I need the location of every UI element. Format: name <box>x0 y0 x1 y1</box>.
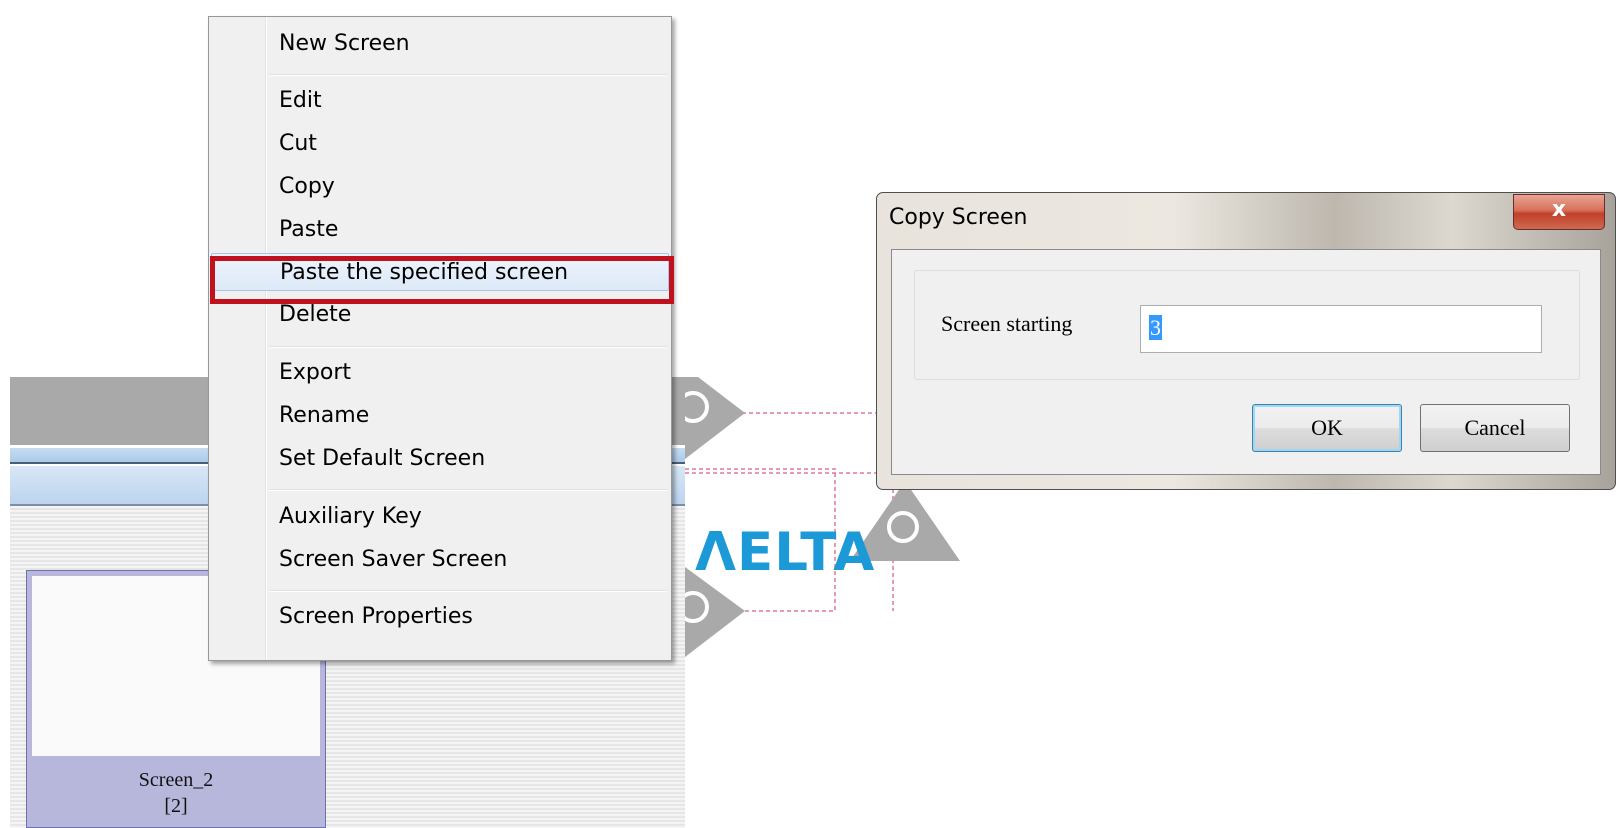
screen-name: Screen_2 <box>138 769 214 791</box>
field-group: Screen starting 3 <box>914 270 1580 380</box>
highlight-annotation-box <box>210 256 674 304</box>
menu-item-auxiliary-key[interactable]: Auxiliary Key <box>211 498 669 536</box>
menu-item-edit[interactable]: Edit <box>211 82 669 120</box>
screen-starting-input[interactable]: 3 <box>1140 305 1542 353</box>
copy-screen-dialog: Copy Screen x Screen starting 3 OK Cance… <box>876 192 1616 490</box>
cancel-button[interactable]: Cancel <box>1420 404 1570 452</box>
menu-item-screen-saver-screen[interactable]: Screen Saver Screen <box>211 541 669 579</box>
close-button[interactable]: x <box>1513 194 1605 230</box>
menu-separator <box>269 346 667 348</box>
menu-item-cut[interactable]: Cut <box>211 125 669 163</box>
screen-id: [2] <box>164 795 188 817</box>
menu-item-new-screen[interactable]: New Screen <box>211 25 669 63</box>
screen-thumbnail-label: Screen_2 [2] <box>27 767 325 819</box>
menu-item-paste[interactable]: Paste <box>211 211 669 249</box>
dialog-body: Screen starting 3 OK Cancel <box>891 249 1601 475</box>
menu-item-copy[interactable]: Copy <box>211 168 669 206</box>
context-menu: New Screen Edit Cut Copy Paste Paste the… <box>208 16 672 661</box>
screen-starting-label: Screen starting <box>941 311 1073 336</box>
close-icon: x <box>1551 197 1567 222</box>
delta-logo: ΛELTA <box>695 522 876 583</box>
ok-button[interactable]: OK <box>1252 404 1402 452</box>
menu-item-export[interactable]: Export <box>211 354 669 392</box>
screen-starting-value: 3 <box>1149 315 1162 340</box>
menu-separator <box>269 590 667 592</box>
menu-item-screen-properties[interactable]: Screen Properties <box>211 598 669 636</box>
menu-separator <box>269 74 667 76</box>
menu-separator <box>269 489 667 491</box>
dialog-title: Copy Screen <box>889 205 1028 230</box>
menu-item-rename[interactable]: Rename <box>211 397 669 435</box>
menu-item-set-default-screen[interactable]: Set Default Screen <box>211 440 669 478</box>
